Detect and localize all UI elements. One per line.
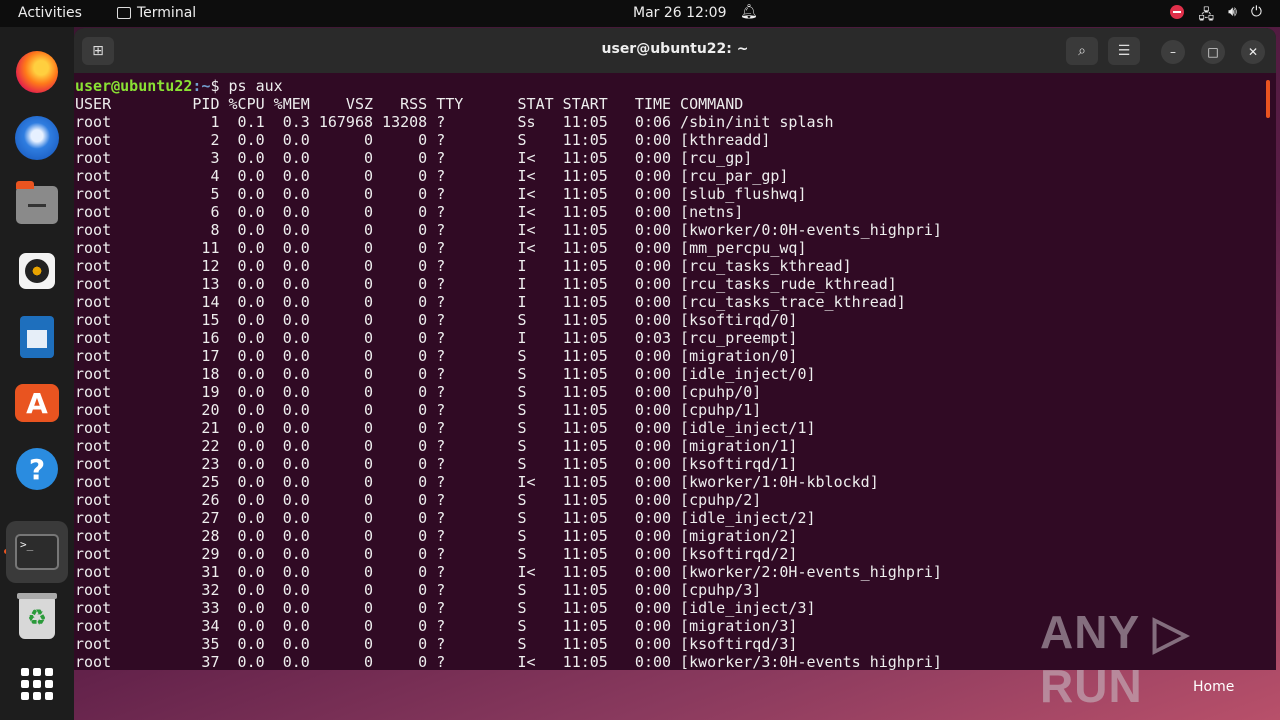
process-row: root 16 0.0 0.0 0 0 ? I 11:05 0:03 [rcu_… [75, 329, 798, 347]
dock-firefox[interactable] [12, 47, 62, 97]
power-icon[interactable]: ⏻ [1251, 4, 1262, 28]
process-row: root 3 0.0 0.0 0 0 ? I< 11:05 0:00 [rcu_… [75, 149, 753, 167]
process-row: root 29 0.0 0.0 0 0 ? S 11:05 0:00 [ksof… [75, 545, 798, 563]
trash-icon: ♻ [17, 593, 57, 639]
terminal-window: ⊞ user@ubuntu22: ~ ⌕ ☰ – □ ✕ user@ubuntu… [74, 28, 1276, 670]
dock-app-center[interactable]: A [12, 378, 62, 428]
scrollbar[interactable] [1266, 80, 1270, 118]
app-menu-label: Terminal [137, 5, 197, 21]
dock-show-apps[interactable] [12, 659, 62, 709]
process-row: root 32 0.0 0.0 0 0 ? S 11:05 0:00 [cpuh… [75, 581, 762, 599]
prompt-symbol: $ [210, 77, 229, 95]
home-desktop-label[interactable]: Home [1193, 679, 1234, 695]
ps-header: USER PID %CPU %MEM VSZ RSS TTY STAT STAR… [75, 95, 744, 113]
app-center-icon: A [15, 384, 59, 422]
process-row: root 31 0.0 0.0 0 0 ? I< 11:05 0:00 [kwo… [75, 563, 942, 581]
process-row: root 22 0.0 0.0 0 0 ? S 11:05 0:00 [migr… [75, 437, 798, 455]
menu-button[interactable]: ☰ [1108, 37, 1140, 65]
hamburger-menu-icon: ☰ [1117, 43, 1131, 59]
dock-thunderbird[interactable] [12, 113, 62, 163]
files-icon [16, 181, 58, 224]
maximize-button[interactable]: □ [1201, 40, 1225, 64]
terminal-output[interactable]: user@ubuntu22:~$ ps aux USER PID %CPU %ME… [75, 77, 1260, 670]
firefox-icon [16, 51, 58, 93]
dock-terminal[interactable]: >_ [6, 521, 68, 583]
dock-rhythmbox[interactable] [12, 246, 62, 296]
process-row: root 20 0.0 0.0 0 0 ? S 11:05 0:00 [cpuh… [75, 401, 762, 419]
process-row: root 5 0.0 0.0 0 0 ? I< 11:05 0:00 [slub… [75, 185, 807, 203]
maximize-icon: □ [1207, 45, 1219, 59]
dock-trash[interactable]: ♻ [12, 593, 62, 643]
window-titlebar[interactable]: ⊞ user@ubuntu22: ~ ⌕ ☰ – □ ✕ [74, 28, 1276, 73]
process-row: root 13 0.0 0.0 0 0 ? I 11:05 0:00 [rcu_… [75, 275, 897, 293]
app-menu-terminal[interactable]: Terminal [117, 5, 196, 21]
search-button[interactable]: ⌕ [1066, 37, 1098, 65]
process-row: root 1 0.1 0.3 167968 13208 ? Ss 11:05 0… [75, 113, 834, 131]
process-row: root 4 0.0 0.0 0 0 ? I< 11:05 0:00 [rcu_… [75, 167, 789, 185]
process-row: root 25 0.0 0.0 0 0 ? I< 11:05 0:00 [kwo… [75, 473, 879, 491]
process-row: root 12 0.0 0.0 0 0 ? I 11:05 0:00 [rcu_… [75, 257, 852, 275]
dock: A ? >_ ♻ [0, 27, 74, 720]
close-icon: ✕ [1247, 45, 1259, 59]
dock-libreoffice-writer[interactable] [12, 312, 62, 362]
libreoffice-writer-icon [20, 316, 54, 358]
process-row: root 11 0.0 0.0 0 0 ? I< 11:05 0:00 [mm_… [75, 239, 807, 257]
terminal-icon: >_ [15, 534, 59, 570]
network-icon[interactable]: 🖧︎ [1198, 4, 1214, 28]
rhythmbox-icon [19, 253, 55, 289]
minimize-button[interactable]: – [1161, 40, 1185, 64]
process-row: root 27 0.0 0.0 0 0 ? S 11:05 0:00 [idle… [75, 509, 816, 527]
close-button[interactable]: ✕ [1241, 40, 1265, 64]
clock[interactable]: Mar 26 12:09 [633, 5, 726, 21]
help-icon: ? [16, 448, 58, 490]
process-row: root 17 0.0 0.0 0 0 ? S 11:05 0:00 [migr… [75, 347, 798, 365]
process-row: root 15 0.0 0.0 0 0 ? S 11:05 0:00 [ksof… [75, 311, 798, 329]
process-row: root 26 0.0 0.0 0 0 ? S 11:05 0:00 [cpuh… [75, 491, 762, 509]
bell-icon[interactable]: 🔔︎ [740, 4, 758, 20]
system-tray[interactable]: 🖧︎ 🔊︎ ⏻ [1170, 4, 1262, 28]
dock-files[interactable] [12, 180, 62, 230]
anyrun-watermark: ANY ▷ RUN [1040, 606, 1190, 712]
show-apps-icon [21, 668, 53, 700]
prompt-user: user@ubuntu22 [75, 77, 193, 95]
process-row: root 23 0.0 0.0 0 0 ? S 11:05 0:00 [ksof… [75, 455, 798, 473]
volume-icon[interactable]: 🔊︎ [1228, 4, 1237, 28]
command-text: ps aux [228, 77, 283, 95]
process-row: root 18 0.0 0.0 0 0 ? S 11:05 0:00 [idle… [75, 365, 816, 383]
terminal-small-icon [117, 7, 131, 19]
process-row: root 19 0.0 0.0 0 0 ? S 11:05 0:00 [cpuh… [75, 383, 762, 401]
search-icon: ⌕ [1078, 43, 1086, 59]
process-row: root 6 0.0 0.0 0 0 ? I< 11:05 0:00 [netn… [75, 203, 744, 221]
process-row: root 2 0.0 0.0 0 0 ? S 11:05 0:00 [kthre… [75, 131, 771, 149]
activities-button[interactable]: Activities [18, 5, 82, 21]
process-list: root 1 0.1 0.3 167968 13208 ? Ss 11:05 0… [75, 113, 1260, 670]
process-row: root 8 0.0 0.0 0 0 ? I< 11:05 0:00 [kwor… [75, 221, 942, 239]
process-row: root 28 0.0 0.0 0 0 ? S 11:05 0:00 [migr… [75, 527, 798, 545]
thunderbird-icon [15, 116, 59, 160]
dock-help[interactable]: ? [12, 444, 62, 494]
prompt-line: user@ubuntu22:~$ ps aux [75, 77, 1260, 95]
process-row: root 21 0.0 0.0 0 0 ? S 11:05 0:00 [idle… [75, 419, 816, 437]
top-bar: Activities Terminal Mar 26 12:09 🔔︎ 🖧︎ 🔊… [0, 0, 1280, 27]
process-row: root 14 0.0 0.0 0 0 ? I 11:05 0:00 [rcu_… [75, 293, 906, 311]
red-status-icon[interactable] [1170, 5, 1185, 19]
prompt-path: :~ [192, 77, 211, 95]
minimize-icon: – [1170, 45, 1176, 59]
